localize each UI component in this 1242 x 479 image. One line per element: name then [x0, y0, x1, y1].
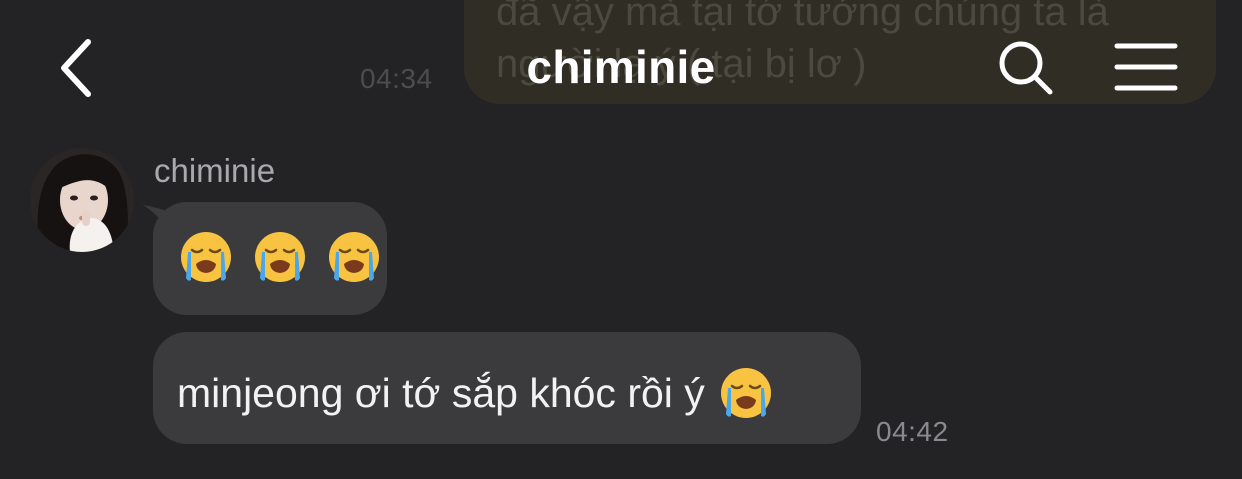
search-icon	[999, 41, 1053, 95]
message-bubble-text[interactable]: minjeong ơi tớ sắp khóc rồi ý	[153, 332, 861, 444]
sender-avatar[interactable]	[30, 148, 134, 252]
chat-header: chiminie	[0, 0, 1242, 130]
loudly-crying-face-icon	[181, 232, 231, 282]
loudly-crying-face-icon	[255, 232, 305, 282]
sender-name: chiminie	[154, 152, 276, 189]
message-bubble-emoji[interactable]	[153, 202, 387, 315]
loudly-crying-face-icon	[329, 232, 379, 282]
menu-button[interactable]	[1114, 42, 1178, 92]
emoji-row	[179, 230, 387, 284]
chat-screen: đã vậy mà tại tớ tưởng chúng ta là người…	[0, 0, 1242, 479]
message-content: minjeong ơi tớ sắp khóc rồi ý	[177, 366, 861, 420]
avatar-photo	[30, 148, 134, 252]
message-text: minjeong ơi tớ sắp khóc rồi ý	[177, 370, 705, 416]
hamburger-menu-icon	[1114, 43, 1178, 91]
search-button[interactable]	[996, 38, 1056, 98]
message-time: 04:42	[876, 416, 949, 447]
loudly-crying-face-icon	[720, 368, 771, 418]
